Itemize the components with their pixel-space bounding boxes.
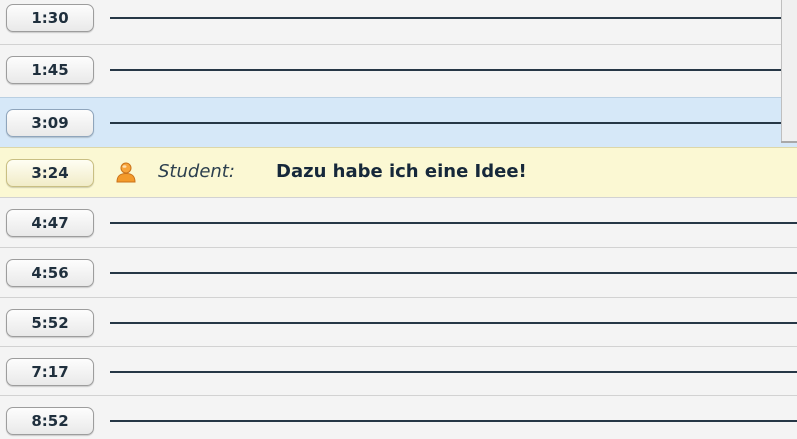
time-button[interactable]: 7:17 <box>6 358 94 386</box>
overlay-panel-edge <box>781 0 797 143</box>
time-button[interactable]: 3:09 <box>6 109 94 137</box>
timeline-row[interactable]: 7:17 <box>0 346 797 396</box>
timeline-line <box>110 322 797 324</box>
timeline-row[interactable]: 4:47 <box>0 197 797 247</box>
time-button[interactable]: 3:24 <box>6 159 94 187</box>
timeline-line <box>110 222 797 224</box>
timeline-line <box>110 69 797 71</box>
timeline-line <box>110 272 797 274</box>
time-button[interactable]: 8:52 <box>6 407 94 435</box>
timeline-line <box>110 371 797 373</box>
timeline-row-selected[interactable]: 3:09 <box>0 97 797 147</box>
timeline-row[interactable]: 8:52 <box>0 395 797 439</box>
time-button[interactable]: 5:52 <box>6 309 94 337</box>
time-button[interactable]: 1:45 <box>6 56 94 84</box>
timeline-row[interactable]: 4:56 <box>0 247 797 297</box>
person-icon <box>115 161 137 183</box>
timeline-line <box>110 122 797 124</box>
timeline-row-active[interactable]: 3:24 Student: Dazu habe ich eine Idee! <box>0 147 797 197</box>
time-button[interactable]: 1:30 <box>6 4 94 32</box>
message-text: Dazu habe ich eine Idee! <box>276 161 527 182</box>
timeline-line <box>110 17 797 19</box>
speaker-label: Student: <box>158 161 235 182</box>
time-button[interactable]: 4:47 <box>6 209 94 237</box>
time-button[interactable]: 4:56 <box>6 259 94 287</box>
timeline-row[interactable]: 1:45 <box>0 44 797 94</box>
timeline-list: 1:30 1:45 3:09 3:24 Student: Dazu habe i… <box>0 0 797 439</box>
timeline-row[interactable]: 5:52 <box>0 297 797 347</box>
timeline-line <box>110 420 797 422</box>
timeline-row[interactable]: 1:30 <box>0 0 797 42</box>
